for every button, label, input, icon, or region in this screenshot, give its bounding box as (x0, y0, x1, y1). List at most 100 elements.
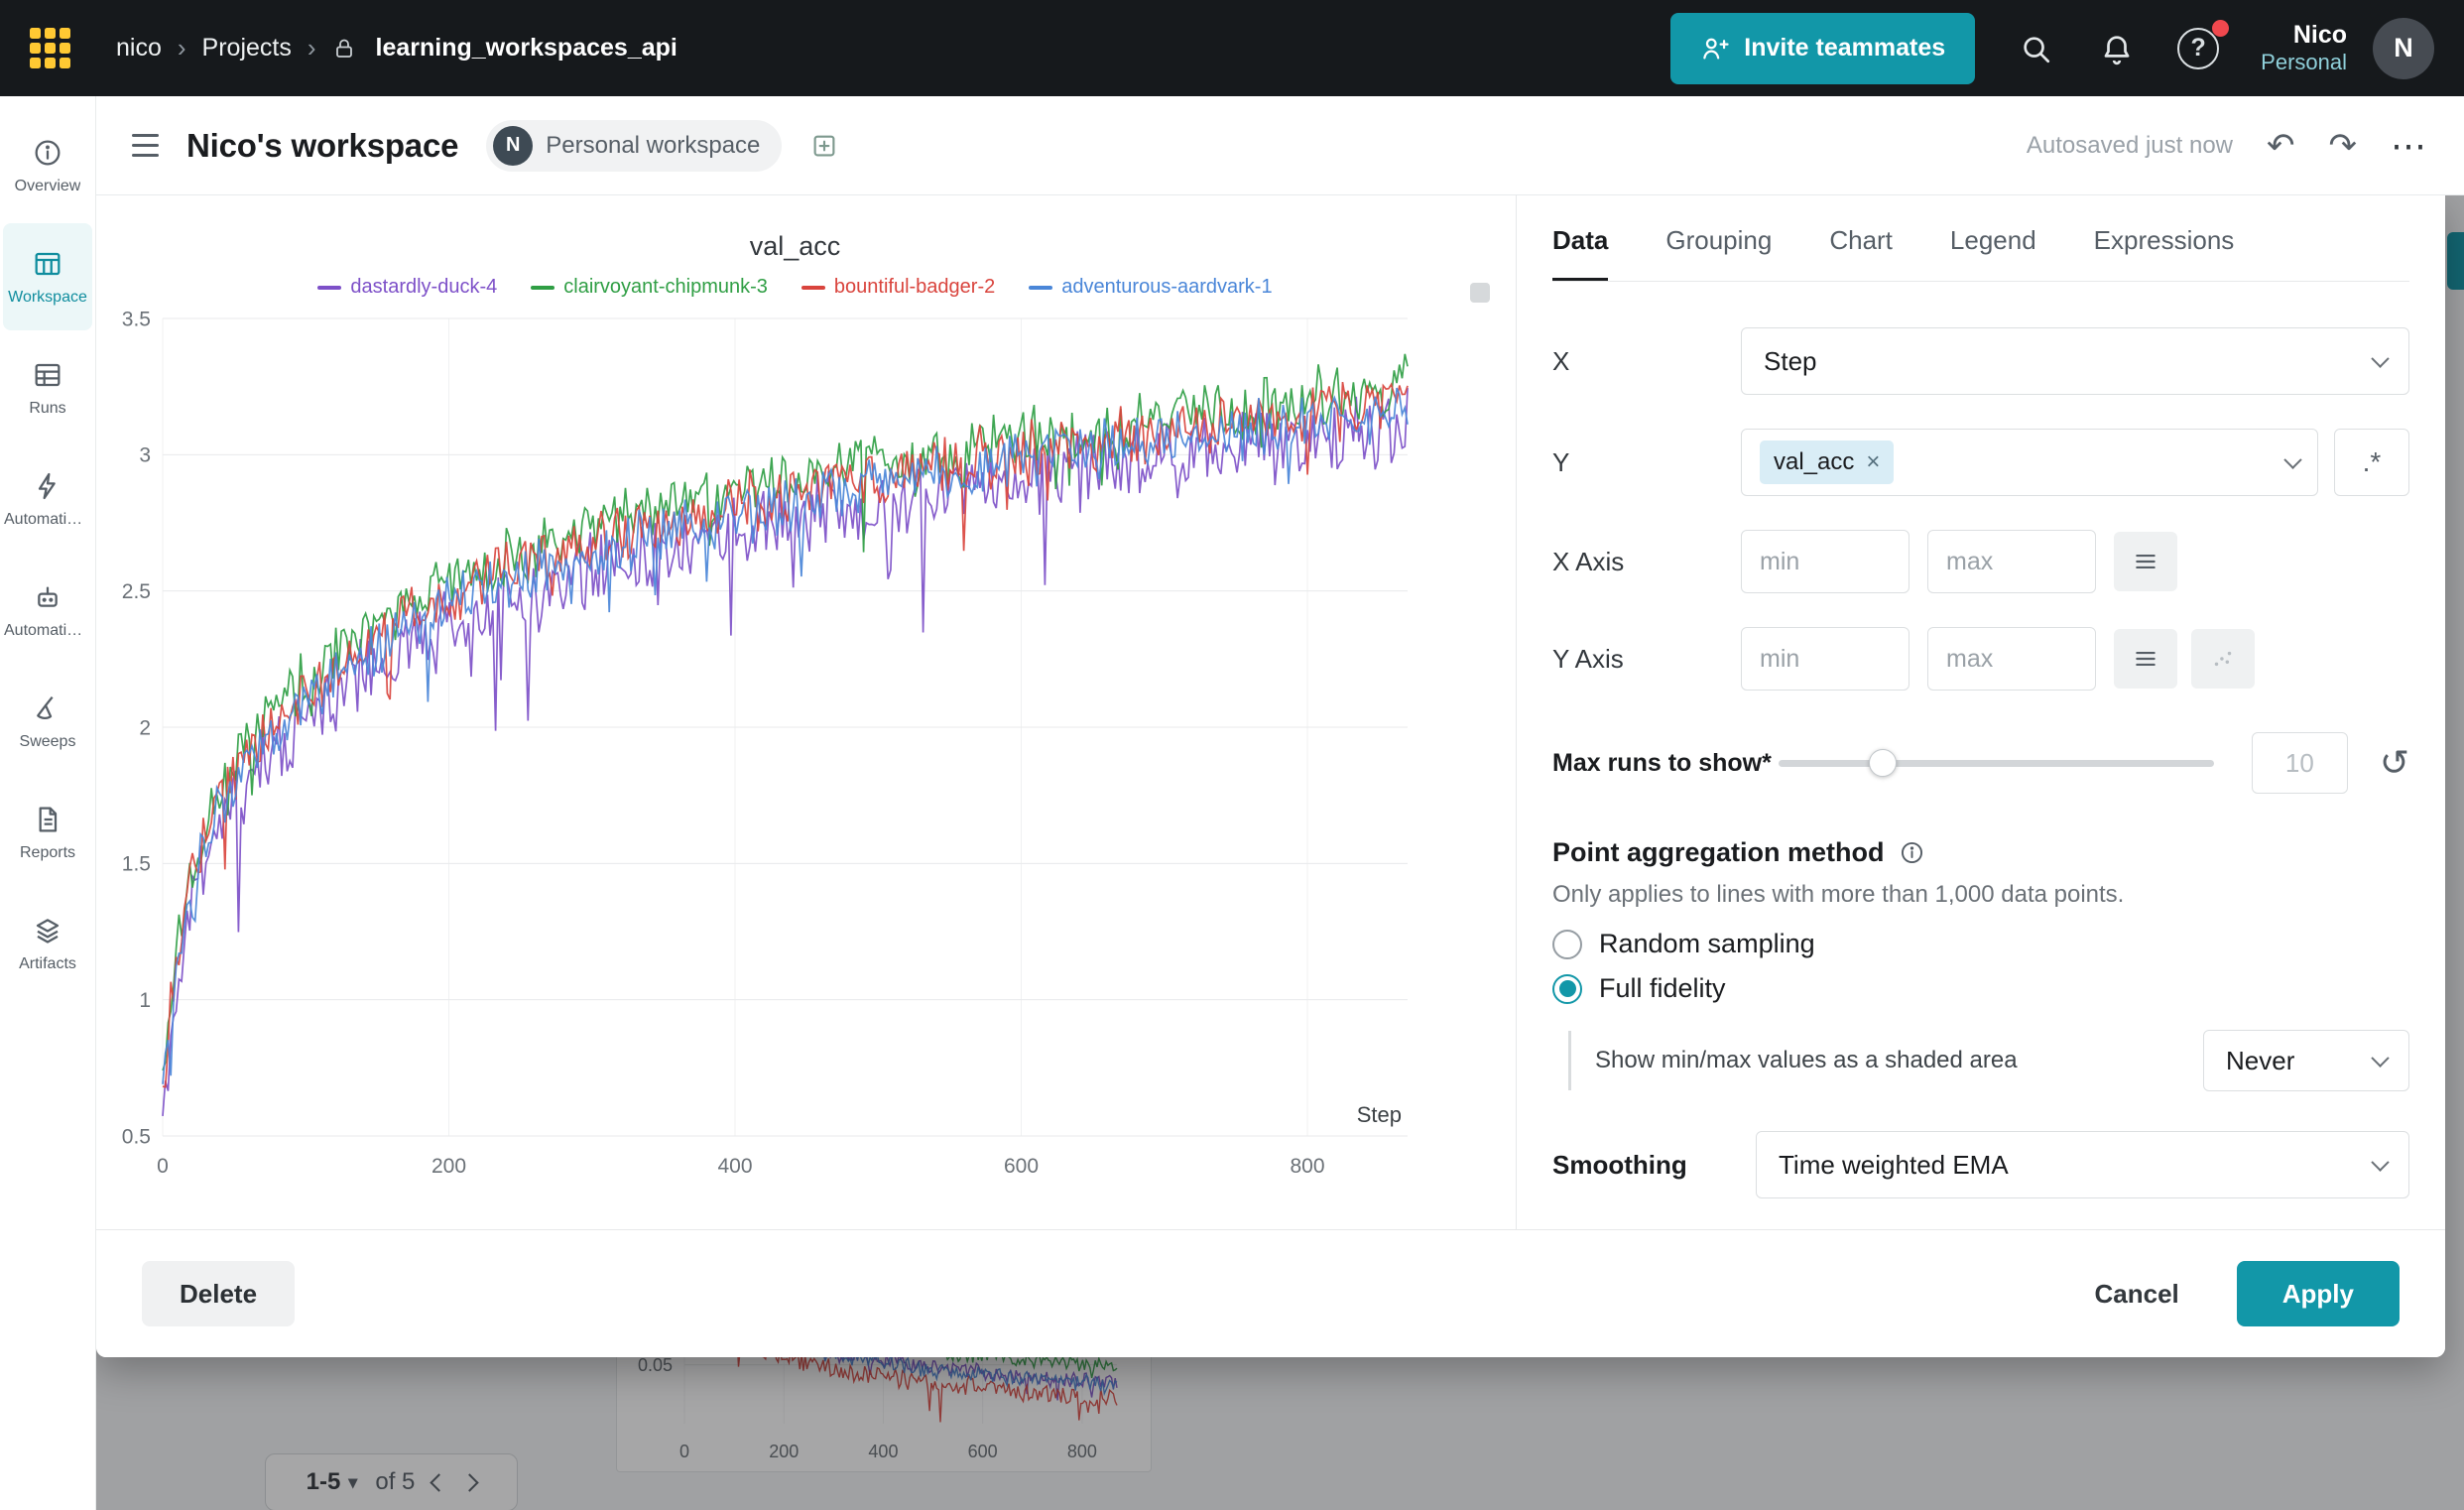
wandb-logo-icon[interactable] (30, 28, 70, 68)
search-icon[interactable] (2015, 28, 2056, 69)
info-icon[interactable] (1899, 839, 1925, 866)
x-axis-min-input[interactable] (1741, 530, 1910, 593)
y-axis-max-input[interactable] (1927, 627, 2096, 691)
legend-swatch (1029, 286, 1052, 290)
reports-document-icon (32, 804, 63, 835)
x-axis-label: X Axis (1552, 547, 1741, 577)
svg-text:Step: Step (1357, 1102, 1402, 1127)
tab-legend[interactable]: Legend (1950, 225, 2036, 281)
breadcrumb: nico › Projects › learning_workspaces_ap… (116, 33, 678, 63)
artifacts-layers-icon (32, 915, 63, 946)
workspace-scope-badge[interactable]: N Personal workspace (486, 120, 782, 172)
smoothing-select[interactable]: Time weighted EMA (1756, 1131, 2409, 1198)
breadcrumb-entity[interactable]: nico (116, 34, 162, 63)
x-axis-max-input[interactable] (1927, 530, 2096, 593)
sidebar-item-runs[interactable]: Runs (3, 334, 92, 441)
panel-options-icon[interactable] (1470, 283, 1490, 303)
minmax-shaded-label: Show min/max values as a shaded area (1595, 1047, 2203, 1074)
y-axis-label: Y Axis (1552, 644, 1741, 675)
breadcrumb-separator-icon: › (178, 33, 186, 63)
remove-tag-icon[interactable]: × (1866, 448, 1880, 476)
chart-legend: dastardly-duck-4 clairvoyant-chipmunk-3 … (108, 276, 1482, 299)
sweeps-broom-icon (32, 692, 63, 724)
x-select[interactable]: Step (1741, 327, 2409, 395)
x-log-scale-button[interactable] (2114, 532, 2177, 591)
reset-icon[interactable]: ↺ (2380, 745, 2409, 781)
tab-expressions[interactable]: Expressions (2094, 225, 2235, 281)
settings-tabs: Data Grouping Chart Legend Expressions (1552, 195, 2409, 282)
user-name: Nico (2261, 21, 2347, 50)
svg-text:2: 2 (139, 716, 151, 739)
svg-text:200: 200 (431, 1155, 466, 1178)
tab-data[interactable]: Data (1552, 225, 1608, 281)
max-runs-value-input[interactable] (2252, 732, 2348, 794)
x-select-value: Step (1764, 346, 1817, 377)
svg-text:1: 1 (139, 989, 151, 1012)
runs-table-icon (32, 359, 63, 391)
undo-icon[interactable]: ↶ (2267, 129, 2295, 163)
sidebar-item-sweeps[interactable]: Sweeps (3, 668, 92, 775)
svg-text:3.5: 3.5 (122, 308, 151, 330)
sidebar-item-reports[interactable]: Reports (3, 779, 92, 886)
chevron-down-icon (2371, 349, 2389, 367)
val-acc-line-chart: 02004006008000.511.522.533.5Step (108, 307, 1477, 1199)
user-scope: Personal (2261, 50, 2347, 74)
help-icon[interactable]: ? (2177, 28, 2219, 69)
legend-item[interactable]: clairvoyant-chipmunk-3 (531, 276, 768, 299)
sidebar-item-automations[interactable]: Automations (3, 557, 92, 664)
breadcrumb-projects[interactable]: Projects (202, 34, 292, 63)
apply-button[interactable]: Apply (2237, 1261, 2400, 1326)
top-navbar: nico › Projects › learning_workspaces_ap… (0, 0, 2464, 96)
overflow-menu-icon[interactable]: ⋯ (2391, 125, 2428, 167)
smoothing-label: Smoothing (1552, 1150, 1756, 1181)
svg-text:400: 400 (717, 1155, 752, 1178)
chevron-down-icon (2371, 1153, 2389, 1171)
redo-icon[interactable]: ↷ (2329, 129, 2358, 163)
jobs-lightning-icon (32, 470, 63, 502)
left-sidebar: Overview Workspace Runs Automations (0, 96, 96, 1510)
workspace-icon (32, 248, 63, 280)
delete-button[interactable]: Delete (142, 1261, 295, 1326)
user-block[interactable]: Nico Personal (2261, 21, 2347, 74)
create-report-icon[interactable] (809, 131, 839, 161)
y-log-scale-button[interactable] (2114, 629, 2177, 689)
max-runs-slider[interactable] (1779, 760, 2214, 767)
y-metric-combobox[interactable]: val_acc × (1741, 429, 2318, 496)
invite-teammates-icon (1700, 34, 1730, 63)
regex-toggle-button[interactable]: .* (2334, 429, 2409, 496)
svg-text:800: 800 (1290, 1155, 1324, 1178)
svg-text:3: 3 (139, 444, 151, 467)
legend-item[interactable]: adventurous-aardvark-1 (1029, 276, 1272, 299)
sidebar-item-jobs[interactable]: Automations (3, 445, 92, 553)
scatter-points-button[interactable] (2191, 629, 2255, 689)
indent-guide (1568, 1031, 1571, 1090)
sidebar-item-workspace[interactable]: Workspace (3, 223, 92, 330)
svg-text:2.5: 2.5 (122, 580, 151, 603)
tab-grouping[interactable]: Grouping (1665, 225, 1772, 281)
point-aggregation-title: Point aggregation method (1552, 837, 1885, 868)
radio-full-fidelity[interactable]: Full fidelity (1552, 973, 2409, 1004)
sidebar-item-overview[interactable]: Overview (3, 112, 92, 219)
breadcrumb-separator-icon: › (308, 33, 316, 63)
modal-footer: Delete Cancel Apply (96, 1229, 2445, 1357)
max-runs-slider-thumb[interactable] (1869, 749, 1897, 777)
workspace-header-bar: Nico's workspace N Personal workspace Au… (96, 96, 2464, 195)
sidebar-item-artifacts[interactable]: Artifacts (3, 890, 92, 997)
radio-checked-icon (1552, 974, 1582, 1004)
workspace-title: Nico's workspace (186, 127, 458, 165)
panel-sidebar-toggle-icon[interactable] (132, 134, 159, 157)
minmax-select[interactable]: Never (2203, 1030, 2409, 1091)
badge-avatar: N (493, 126, 533, 166)
tab-chart[interactable]: Chart (1829, 225, 1893, 281)
x-field-label: X (1552, 346, 1741, 377)
legend-item[interactable]: dastardly-duck-4 (317, 276, 497, 299)
edit-panel-modal: val_acc dastardly-duck-4 clairvoyant-chi… (96, 195, 2445, 1357)
legend-item[interactable]: bountiful-badger-2 (801, 276, 995, 299)
cancel-button[interactable]: Cancel (2057, 1261, 2217, 1326)
breadcrumb-project-name[interactable]: learning_workspaces_api (376, 34, 678, 63)
invite-teammates-button[interactable]: Invite teammates (1670, 13, 1975, 84)
notifications-bell-icon[interactable] (2096, 28, 2138, 69)
user-avatar[interactable]: N (2373, 18, 2434, 79)
y-axis-min-input[interactable] (1741, 627, 1910, 691)
radio-random-sampling[interactable]: Random sampling (1552, 929, 2409, 959)
